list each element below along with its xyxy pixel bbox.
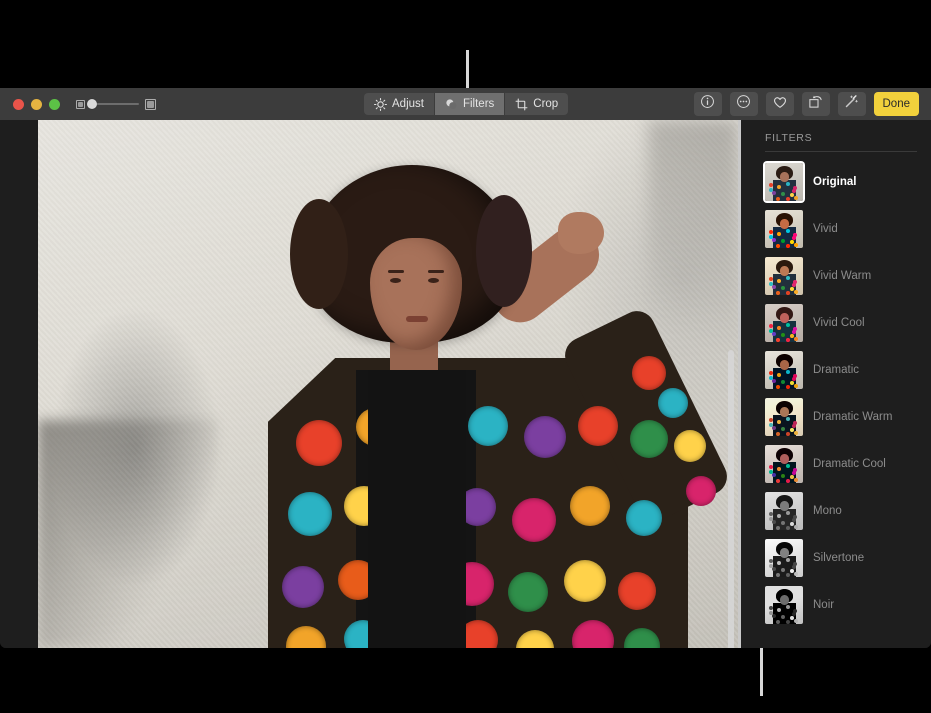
vertical-scrollbar[interactable] (728, 350, 734, 648)
filter-thumbnail[interactable] (765, 397, 803, 436)
tab-adjust-label: Adjust (392, 98, 424, 110)
embroidery-patch (512, 498, 556, 542)
photos-editor-window: Adjust Filters Crop Done FILTERS Origina… (0, 88, 931, 648)
filter-thumbnail[interactable] (765, 444, 803, 483)
embroidery-patch (508, 572, 548, 612)
inner-top-mask (368, 370, 466, 648)
embroidery-patch (288, 492, 332, 536)
favorite-button[interactable] (765, 92, 794, 116)
wall-shadow-left (38, 420, 218, 648)
done-button[interactable]: Done (873, 92, 919, 116)
rotate-button[interactable] (801, 92, 830, 116)
filter-item-vivid-warm[interactable]: Vivid Warm (755, 252, 931, 299)
filters-sidebar: FILTERS Original Vivid Vivid Warm Vivid Coo… (755, 120, 931, 648)
filter-thumbnail[interactable] (765, 303, 803, 342)
embroidery-patch (630, 420, 668, 458)
filter-thumbnail[interactable] (765, 209, 803, 248)
tab-crop[interactable]: Crop (505, 93, 568, 115)
ellipsis-circle-icon (736, 94, 751, 114)
rotate-icon (808, 94, 823, 114)
embroidery-patch (626, 500, 662, 536)
heart-icon (772, 94, 788, 115)
zoom-slider-knob[interactable] (87, 99, 97, 109)
filter-label: Dramatic (813, 363, 860, 376)
embroidery-patch (686, 476, 716, 506)
zoom-slider[interactable] (76, 98, 156, 110)
filter-item-mono[interactable]: Mono (755, 487, 931, 534)
screenshot-root: Adjust Filters Crop Done FILTERS Origina… (0, 0, 931, 713)
photo-canvas[interactable] (0, 120, 755, 648)
tab-crop-label: Crop (533, 98, 559, 110)
filter-list: Original Vivid Vivid Warm Vivid Cool Dramati… (755, 158, 931, 628)
filter-thumbnail[interactable] (765, 350, 803, 389)
small-photo-icon (76, 99, 85, 109)
filter-item-vivid[interactable]: Vivid (755, 205, 931, 252)
enhance-button[interactable] (837, 92, 866, 116)
embroidery-patch (658, 388, 688, 418)
magic-wand-icon (844, 94, 859, 114)
edit-mode-segmented-control[interactable]: Adjust Filters Crop (364, 93, 569, 115)
sidebar-title: FILTERS (765, 132, 813, 144)
filter-label: Noir (813, 598, 835, 611)
embroidery-patch (296, 420, 342, 466)
filter-item-vivid-cool[interactable]: Vivid Cool (755, 299, 931, 346)
filter-thumbnail[interactable] (765, 538, 803, 577)
more-button[interactable] (729, 92, 758, 116)
tab-adjust[interactable]: Adjust (364, 93, 435, 115)
large-photo-icon (145, 98, 156, 110)
close-button[interactable] (13, 98, 24, 110)
embroidery-patch (468, 406, 508, 446)
embroidery-patch (564, 560, 606, 602)
toolbar: Adjust Filters Crop Done (0, 88, 931, 120)
crop-icon (515, 98, 528, 111)
toolbar-right-buttons: Done (693, 92, 919, 116)
filter-label: Silvertone (813, 551, 865, 564)
filter-item-dramatic-cool[interactable]: Dramatic Cool (755, 440, 931, 487)
info-circle-icon (700, 94, 715, 114)
filter-label: Vivid Warm (813, 269, 872, 282)
filter-thumbnail[interactable] (765, 585, 803, 624)
hand (558, 212, 604, 254)
filter-label: Vivid Cool (813, 316, 865, 329)
filter-label: Dramatic Cool (813, 457, 886, 470)
callout-line-sidebar (760, 648, 763, 696)
filter-thumbnail[interactable] (765, 491, 803, 530)
filter-item-noir[interactable]: Noir (755, 581, 931, 628)
embroidery-patch (674, 430, 706, 462)
embroidery-patch (618, 572, 656, 610)
adjust-icon (374, 97, 387, 111)
zoom-slider-track[interactable] (87, 99, 139, 109)
tab-filters[interactable]: Filters (434, 93, 506, 115)
maximize-button[interactable] (49, 98, 60, 110)
filters-icon (445, 98, 458, 111)
info-button[interactable] (693, 92, 722, 116)
filter-item-dramatic[interactable]: Dramatic (755, 346, 931, 393)
embroidery-patch (632, 356, 666, 390)
embroidery-patch (282, 566, 324, 608)
minimize-button[interactable] (31, 98, 42, 110)
filter-label: Mono (813, 504, 842, 517)
filter-thumbnail[interactable] (765, 162, 803, 201)
filter-label: Original (813, 175, 857, 188)
filter-label: Dramatic Warm (813, 410, 893, 423)
embroidery-patch (570, 486, 610, 526)
filter-item-dramatic-warm[interactable]: Dramatic Warm (755, 393, 931, 440)
window-controls (13, 98, 60, 110)
embroidery-patch (524, 416, 566, 458)
editor-content: FILTERS Original Vivid Vivid Warm Vivid Coo… (0, 120, 931, 648)
filter-label: Vivid (813, 222, 838, 235)
embroidery-patch (578, 406, 618, 446)
canvas-sidebar-divider (738, 120, 741, 648)
filter-thumbnail[interactable] (765, 256, 803, 295)
tab-filters-label: Filters (462, 98, 495, 110)
filter-item-original[interactable]: Original (755, 158, 931, 205)
filter-item-silvertone[interactable]: Silvertone (755, 534, 931, 581)
sidebar-divider (765, 151, 917, 152)
photo-image[interactable] (38, 120, 738, 648)
